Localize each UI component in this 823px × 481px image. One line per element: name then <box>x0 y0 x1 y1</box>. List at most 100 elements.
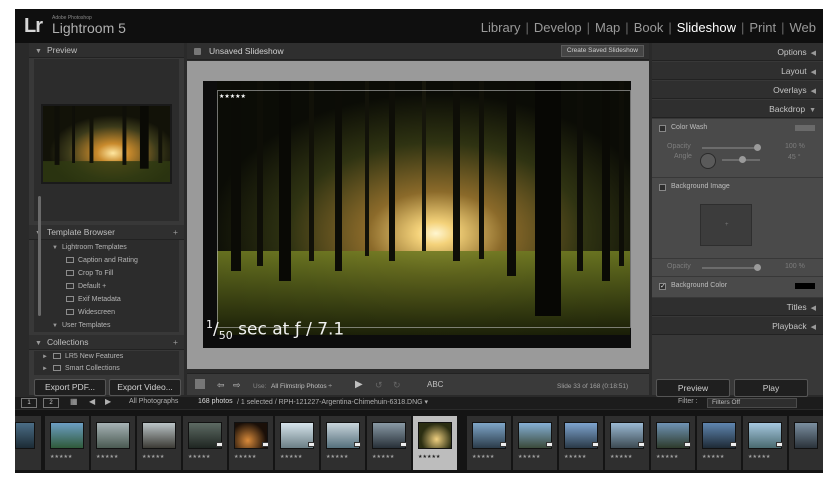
add-template-icon[interactable]: + <box>173 225 178 240</box>
module-develop[interactable]: Develop <box>531 20 585 35</box>
caption-denominator: 50 <box>218 329 233 343</box>
module-web[interactable]: Web <box>787 20 820 35</box>
filmstrip-thumb[interactable]: ★★★★★ <box>275 416 319 470</box>
create-saved-slideshow-button[interactable]: Create Saved Slideshow <box>560 45 644 57</box>
filmstrip-thumb[interactable]: ★★★★★ <box>45 416 89 470</box>
right-panel: Options ◀ Layout ◀ Overlays ◀ Backdrop ▼ Col… <box>652 43 823 397</box>
filmstrip-thumb[interactable]: ★★★★★ <box>183 416 227 470</box>
playback-header[interactable]: Playback ◀ <box>652 317 823 335</box>
module-map[interactable]: Map <box>592 20 623 35</box>
filmstrip-thumb[interactable]: ★★★★★ <box>91 416 135 470</box>
expand-triangle-icon: ◀ <box>810 69 816 76</box>
previous-slide-icon[interactable]: ⇦ <box>217 379 225 391</box>
filmstrip-thumb[interactable] <box>789 416 823 470</box>
collapse-triangle-icon: ▼ <box>35 340 42 347</box>
play-preview-icon[interactable]: ▶ <box>355 379 363 391</box>
add-text-button[interactable]: ABC <box>427 379 443 391</box>
left-panel-scrollbar[interactable] <box>38 196 41 316</box>
titles-header[interactable]: Titles ◀ <box>652 298 823 316</box>
play-button[interactable]: Play <box>734 379 808 397</box>
second-window-button[interactable]: 2 <box>43 398 59 408</box>
background-color-checkbox[interactable]: ✓ <box>659 283 666 290</box>
bg-opacity-slider[interactable] <box>702 267 758 269</box>
thumb-stars: ★★★★★ <box>234 454 257 460</box>
template-item[interactable]: Crop To Fill <box>34 268 179 280</box>
preview-button[interactable]: Preview <box>656 379 730 397</box>
background-color-section: ✓ Background Color <box>652 277 823 297</box>
filmstrip-thumb[interactable]: ★★★★★ <box>467 416 511 470</box>
opacity-slider-knob[interactable] <box>754 144 761 151</box>
angle-dial[interactable] <box>700 153 716 169</box>
template-browser-header[interactable]: ▼Template Browser + <box>29 225 184 240</box>
collection-item[interactable]: ► Smart Collections <box>34 363 179 375</box>
module-library[interactable]: Library <box>478 20 524 35</box>
opacity-slider[interactable] <box>702 147 758 149</box>
filmstrip-thumb[interactable]: ★★★★★ <box>743 416 787 470</box>
color-wash-section: Color Wash Opacity 100 % Angle 45 ° <box>652 119 823 177</box>
filmstrip-thumb[interactable]: ★★★★★ <box>697 416 741 470</box>
template-label: Crop To Fill <box>78 270 114 277</box>
export-video-button[interactable]: Export Video... <box>109 379 181 396</box>
caption-numerator: 1 <box>206 318 213 331</box>
layout-header[interactable]: Layout ◀ <box>652 62 823 80</box>
main-window-button[interactable]: 1 <box>21 398 37 408</box>
collection-item[interactable]: ► LR5 New Features <box>34 351 179 363</box>
filmstrip-thumb[interactable]: ★★★★★ <box>367 416 411 470</box>
filmstrip-thumb[interactable]: ★★★★★ <box>559 416 603 470</box>
template-tree: ▼ Lightroom Templates Caption and Rating … <box>34 240 179 332</box>
exif-caption-overlay[interactable]: 1/50 sec at ƒ / 7.1 <box>206 318 344 342</box>
add-collection-icon[interactable]: + <box>173 335 178 350</box>
slideshow-icon <box>194 48 201 55</box>
filmstrip-thumb[interactable]: ★★★★★ <box>229 416 273 470</box>
template-folder-lightroom[interactable]: ▼ Lightroom Templates <box>34 242 179 254</box>
next-slide-icon[interactable]: ⇨ <box>233 379 241 391</box>
grid-view-icon[interactable]: ▦ <box>70 397 78 406</box>
module-book[interactable]: Book <box>631 20 667 35</box>
module-slideshow[interactable]: Slideshow <box>674 20 739 35</box>
color-wash-swatch[interactable] <box>795 125 815 131</box>
background-image-well[interactable]: + <box>700 204 752 246</box>
filter-dropdown[interactable]: Filters Off <box>707 398 797 408</box>
bg-opacity-slider-knob[interactable] <box>754 264 761 271</box>
export-pdf-button[interactable]: Export PDF... <box>34 379 106 396</box>
module-print[interactable]: Print <box>746 20 779 35</box>
background-color-swatch[interactable] <box>795 283 815 289</box>
filmstrip-thumb-selected[interactable]: ★★★★★ <box>413 416 457 470</box>
template-item[interactable]: Widescreen <box>34 307 179 319</box>
backdrop-header[interactable]: Backdrop ▼ <box>652 100 823 118</box>
forward-arrow-icon[interactable]: ▶ <box>105 397 111 406</box>
color-wash-checkbox[interactable] <box>659 125 666 132</box>
options-header[interactable]: Options ◀ <box>652 43 823 61</box>
filmstrip-thumb[interactable]: ★★★★★ <box>513 416 557 470</box>
rotate-left-icon[interactable]: ↺ <box>375 379 383 391</box>
filmstrip-thumb[interactable]: ★★★★★ <box>651 416 695 470</box>
edited-badge-icon <box>684 442 691 447</box>
background-image-checkbox[interactable] <box>659 184 666 191</box>
filmstrip-thumb[interactable]: ★★★★★ <box>321 416 365 470</box>
back-arrow-icon[interactable]: ◀ <box>89 397 95 406</box>
template-item[interactable]: Exif Metadata <box>34 294 179 306</box>
selection-info[interactable]: / 1 selected / RPH-121227-Argentina-Chim… <box>237 398 428 406</box>
edited-badge-icon <box>730 442 737 447</box>
rating-stars-overlay: ★★★★★ <box>219 94 246 100</box>
angle-slider-knob[interactable] <box>739 156 746 163</box>
template-folder-user[interactable]: ▼ User Templates <box>34 320 179 332</box>
slide-canvas[interactable]: ★★★★★ 1/50 sec at ƒ / 7.1 <box>203 81 631 348</box>
overlays-header[interactable]: Overlays ◀ <box>652 81 823 99</box>
preview-header[interactable]: ▼ Preview <box>29 43 184 58</box>
slideshow-header: Unsaved Slideshow Create Saved Slideshow <box>187 43 649 60</box>
template-item[interactable]: Default + <box>34 281 179 293</box>
use-dropdown[interactable]: All Filmstrip Photos ÷ <box>271 381 332 393</box>
filmstrip-thumb[interactable]: ★★★★★ <box>137 416 181 470</box>
backdrop-label: Backdrop <box>769 104 806 114</box>
collections-header[interactable]: ▼ Collections + <box>29 335 184 350</box>
template-item[interactable]: Caption and Rating <box>34 255 179 267</box>
edited-badge-icon <box>500 442 507 447</box>
layout-guides[interactable] <box>217 90 631 328</box>
thumb-stars: ★★★★★ <box>564 454 587 460</box>
rotate-right-icon[interactable]: ↻ <box>393 379 401 391</box>
filmstrip-source[interactable]: All Photographs <box>129 398 178 405</box>
filmstrip-thumb[interactable] <box>15 416 41 470</box>
stop-icon[interactable] <box>195 379 205 389</box>
filmstrip-thumb[interactable]: ★★★★★ <box>605 416 649 470</box>
